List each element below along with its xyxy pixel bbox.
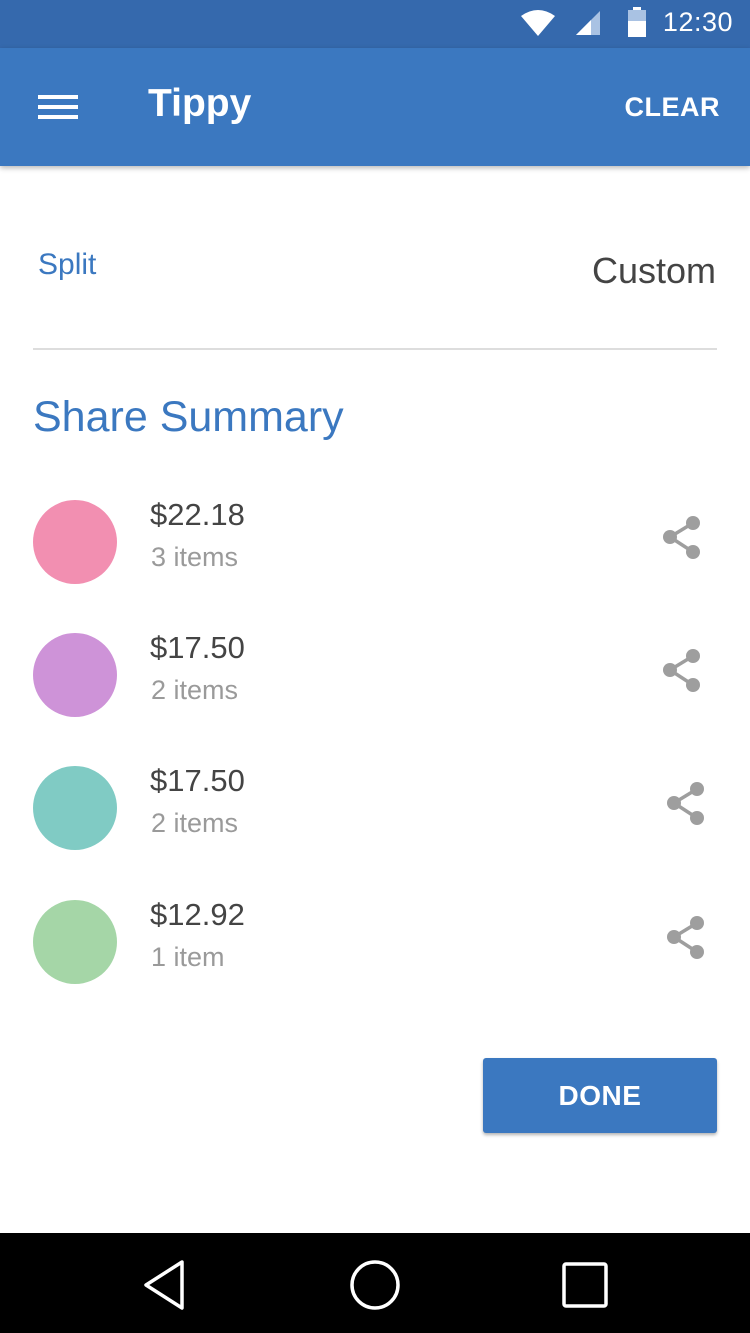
share-amount: $12.92 [150,897,245,932]
done-button[interactable]: DONE [483,1058,717,1133]
cell-signal-icon [576,11,600,35]
status-time: 12:30 [662,7,733,37]
clear-button[interactable]: CLEAR [625,92,721,123]
battery-icon [628,7,646,37]
navigation-bar [0,1233,750,1333]
share-items-count: 2 items [151,808,239,838]
home-icon[interactable] [347,1257,403,1313]
share-summary-title: Share Summary [33,393,344,441]
share-row: $12.92 1 item [0,897,750,1010]
app-title: Tippy [148,82,252,125]
share-items-count: 3 items [151,542,239,572]
person-avatar [33,633,117,717]
share-icon[interactable] [660,514,704,562]
share-amount: $17.50 [150,763,245,798]
wifi-icon [521,10,555,36]
share-icon[interactable] [664,780,708,828]
hamburger-menu-icon[interactable] [28,84,88,130]
share-row: $17.50 2 items [0,630,750,743]
person-avatar [33,900,117,984]
split-mode-select[interactable]: Custom [592,250,716,292]
share-icon[interactable] [660,647,704,695]
share-amount: $17.50 [150,630,245,665]
share-items-count: 2 items [151,675,239,705]
app-bar: Tippy CLEAR [0,48,750,166]
person-avatar [33,766,117,850]
share-icon[interactable] [664,914,708,962]
divider [33,348,717,350]
share-amount: $22.18 [150,497,245,532]
share-row: $22.18 3 items [0,497,750,610]
split-label: Split [38,248,97,281]
share-row: $17.50 2 items [0,763,750,876]
share-items-count: 1 item [151,942,225,972]
back-icon[interactable] [138,1257,194,1313]
recents-icon[interactable] [557,1257,613,1313]
person-avatar [33,500,117,584]
status-bar: 12:30 [0,0,750,48]
